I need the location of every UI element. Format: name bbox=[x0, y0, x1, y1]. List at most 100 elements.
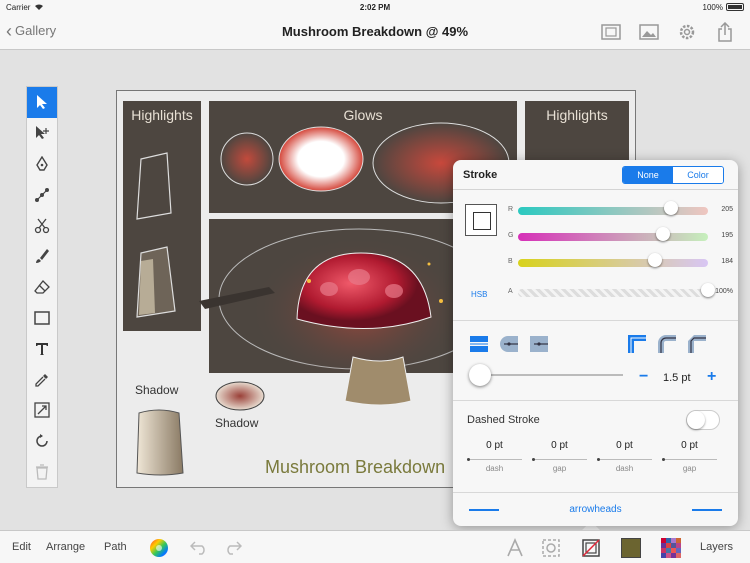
channel-value: 195 bbox=[721, 232, 733, 239]
brush-tool[interactable] bbox=[27, 241, 57, 272]
channel-slider-g[interactable]: G 195 bbox=[508, 227, 733, 244]
gap-field-2[interactable]: 0 pt gap bbox=[662, 440, 717, 473]
eraser-icon bbox=[34, 280, 50, 294]
divider bbox=[453, 320, 738, 321]
text-t-icon bbox=[36, 342, 48, 355]
pen-tool[interactable] bbox=[27, 149, 57, 180]
layers-button[interactable]: Layers bbox=[700, 541, 733, 553]
text-style-button[interactable] bbox=[504, 537, 526, 559]
stroke-width-slider[interactable] bbox=[469, 364, 623, 386]
decrease-width-button[interactable]: − bbox=[639, 368, 648, 386]
highlight-shapes bbox=[136, 152, 176, 318]
miter-join-button[interactable] bbox=[625, 332, 649, 356]
popover-title: Stroke bbox=[463, 169, 498, 181]
arrange-menu-button[interactable]: Arrange bbox=[46, 541, 85, 553]
scale-icon bbox=[34, 402, 50, 419]
bottom-toolbar: Edit Arrange Path Layers bbox=[0, 530, 750, 563]
pattern-fill-button[interactable] bbox=[660, 537, 682, 559]
bevel-join-button[interactable] bbox=[685, 332, 709, 356]
redo-button[interactable] bbox=[222, 537, 244, 559]
fullscreen-icon[interactable] bbox=[600, 21, 622, 43]
channel-value: 100% bbox=[715, 288, 733, 295]
eyedropper-tool[interactable] bbox=[27, 364, 57, 395]
channel-track[interactable] bbox=[518, 233, 708, 241]
eraser-tool[interactable] bbox=[27, 272, 57, 303]
channel-value: 205 bbox=[721, 206, 733, 213]
channel-slider-a[interactable]: A 100% bbox=[508, 283, 733, 300]
rotate-tool[interactable] bbox=[27, 426, 57, 457]
miter-join-icon bbox=[628, 335, 646, 353]
direct-select-tool[interactable] bbox=[27, 118, 57, 149]
arrow-pointer-icon bbox=[37, 95, 47, 110]
eyedropper-icon bbox=[35, 373, 48, 387]
delete-tool[interactable] bbox=[27, 457, 57, 488]
image-icon[interactable] bbox=[638, 21, 660, 43]
round-cap-button[interactable] bbox=[497, 332, 521, 356]
increase-width-button[interactable]: + bbox=[707, 368, 716, 386]
status-bar: Carrier 2:02 PM 100% bbox=[0, 0, 750, 14]
transform-tool[interactable] bbox=[27, 395, 57, 426]
gap-value: 0 pt bbox=[551, 440, 568, 451]
stroke-width-value: 1.5 pt bbox=[663, 372, 691, 384]
share-icon[interactable] bbox=[714, 21, 736, 43]
gap-field-1[interactable]: 0 pt gap bbox=[532, 440, 587, 473]
arrowheads-label: arrowheads bbox=[569, 504, 622, 515]
dash-field-1[interactable]: 0 pt dash bbox=[467, 440, 522, 473]
color-model-toggle[interactable]: HSB bbox=[471, 290, 487, 299]
gap-key: gap bbox=[682, 464, 697, 473]
stroke-square-icon bbox=[582, 539, 600, 557]
round-join-button[interactable] bbox=[655, 332, 679, 356]
divider bbox=[453, 400, 738, 401]
dash-key: dash bbox=[485, 464, 504, 473]
channel-slider-r[interactable]: R 205 bbox=[508, 201, 733, 218]
pattern-swatch-icon bbox=[661, 538, 681, 558]
channel-label: G bbox=[508, 232, 514, 239]
fill-color-button[interactable] bbox=[620, 537, 642, 559]
round-cap-icon bbox=[500, 336, 518, 352]
gear-icon[interactable] bbox=[676, 21, 698, 43]
channel-slider-b[interactable]: B 184 bbox=[508, 253, 733, 270]
node-tool[interactable] bbox=[27, 179, 57, 210]
stroke-none-option[interactable]: None bbox=[623, 167, 673, 183]
channel-track[interactable] bbox=[518, 259, 708, 267]
gap-key: gap bbox=[552, 464, 567, 473]
edit-menu-button[interactable]: Edit bbox=[12, 541, 31, 553]
dashed-stroke-label: Dashed Stroke bbox=[467, 414, 540, 426]
color-wheel-button[interactable] bbox=[148, 537, 170, 559]
channel-track[interactable] bbox=[518, 207, 708, 215]
dash-value: 0 pt bbox=[616, 440, 633, 451]
path-menu-button[interactable]: Path bbox=[104, 541, 127, 553]
stick-shape bbox=[199, 287, 275, 309]
square-cap-icon bbox=[530, 336, 548, 352]
square-cap-button[interactable] bbox=[527, 332, 551, 356]
dash-key: dash bbox=[615, 464, 634, 473]
stroke-button[interactable] bbox=[580, 537, 602, 559]
stroke-width-slider-knob[interactable] bbox=[469, 364, 491, 386]
shadow-ellipse-shape bbox=[215, 381, 265, 411]
scissors-tool[interactable] bbox=[27, 210, 57, 241]
stroke-color-option[interactable]: Color bbox=[673, 167, 723, 183]
butt-cap-icon bbox=[470, 336, 488, 352]
stroke-popover: Stroke None Color HSB R 205 G 195 B 184 A 100% bbox=[453, 160, 738, 526]
stroke-mode-segmented: None Color bbox=[622, 166, 724, 184]
undo-button[interactable] bbox=[188, 537, 210, 559]
channel-track[interactable] bbox=[518, 289, 708, 297]
dashed-stroke-toggle[interactable] bbox=[686, 410, 720, 430]
tool-palette bbox=[26, 86, 58, 488]
channel-slider-knob[interactable] bbox=[663, 201, 678, 215]
style-options-button[interactable] bbox=[540, 537, 562, 559]
channel-slider-knob[interactable] bbox=[701, 283, 715, 297]
dash-value: 0 pt bbox=[486, 440, 503, 451]
arrowheads-button[interactable]: arrowheads bbox=[469, 503, 722, 517]
butt-cap-button[interactable] bbox=[467, 332, 491, 356]
highlights-left-panel: Highlights bbox=[123, 101, 201, 331]
color-wheel-icon bbox=[150, 539, 168, 557]
line-cap-options bbox=[467, 332, 551, 360]
bevel-join-icon bbox=[688, 335, 706, 353]
stroke-color-swatch[interactable] bbox=[465, 204, 497, 236]
selection-tool[interactable] bbox=[27, 87, 57, 118]
dash-field-2[interactable]: 0 pt dash bbox=[597, 440, 652, 473]
redo-icon bbox=[227, 541, 242, 555]
text-tool[interactable] bbox=[27, 333, 57, 364]
shape-tool[interactable] bbox=[27, 303, 57, 334]
